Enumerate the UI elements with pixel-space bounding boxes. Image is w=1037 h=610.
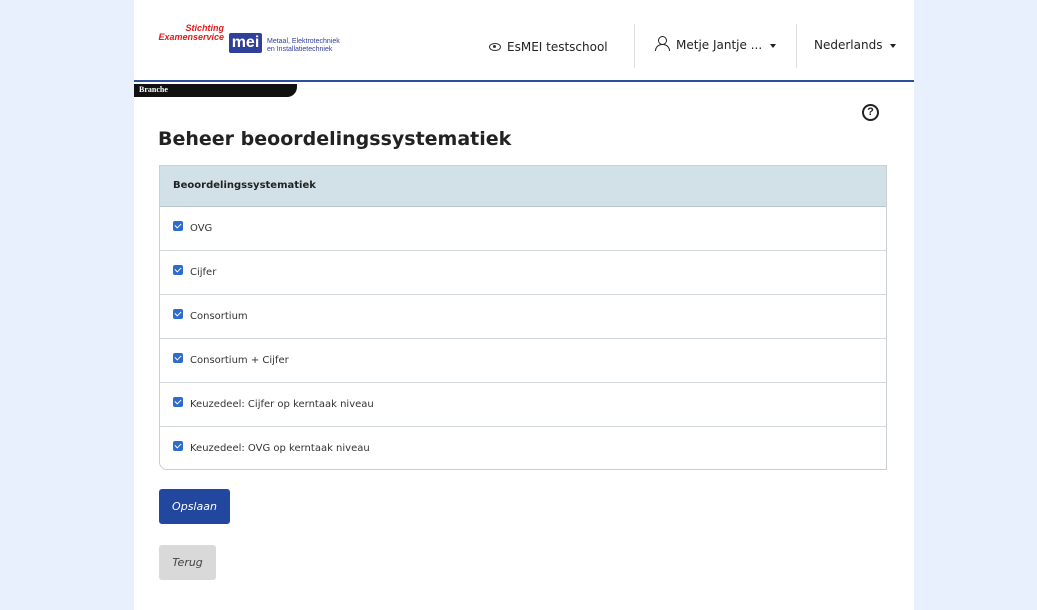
language-menu[interactable]: Nederlands <box>814 38 897 52</box>
header: Stichting Examenservice mei Metaal, Elek… <box>134 0 914 82</box>
chevron-down-icon <box>770 43 777 48</box>
breadcrumb: Branche <box>134 84 297 97</box>
school-link[interactable]: EsMEI testschool <box>489 40 608 54</box>
table-row: Keuzedeel: OVG op kerntaak niveau <box>160 427 886 469</box>
school-name: EsMEI testschool <box>507 40 608 54</box>
row-label: Keuzedeel: Cijfer op kerntaak niveau <box>190 399 374 410</box>
checkbox[interactable] <box>173 353 183 363</box>
eye-icon <box>489 42 501 51</box>
page-title: Beheer beoordelingssystematiek <box>158 128 512 150</box>
row-label: Keuzedeel: OVG op kerntaak niveau <box>190 443 370 454</box>
table-row: Keuzedeel: Cijfer op kerntaak niveau <box>160 383 886 427</box>
logo-mark: mei <box>229 33 262 53</box>
row-label: OVG <box>190 223 213 234</box>
row-label: Cijfer <box>190 267 217 278</box>
page: Stichting Examenservice mei Metaal, Elek… <box>134 0 914 610</box>
user-menu[interactable]: Metje Jantje ... <box>654 36 777 53</box>
language-label: Nederlands <box>814 38 883 52</box>
table-row: Cijfer <box>160 251 886 295</box>
table-row: Consortium <box>160 295 886 339</box>
logo-subtitle: Metaal, Elektrotechniek en Installatiete… <box>267 38 340 53</box>
systematiek-table: Beoordelingssystematiek OVG Cijfer Conso… <box>159 165 887 470</box>
user-icon <box>654 36 670 51</box>
help-icon[interactable]: ? <box>862 104 879 121</box>
table-row: Consortium + Cijfer <box>160 339 886 383</box>
chevron-down-icon <box>890 43 897 48</box>
user-name: Metje Jantje ... <box>676 38 763 52</box>
checkbox[interactable] <box>173 397 183 407</box>
checkbox[interactable] <box>173 221 183 231</box>
checkbox[interactable] <box>173 265 183 275</box>
checkbox[interactable] <box>173 441 183 451</box>
checkbox[interactable] <box>173 309 183 319</box>
table-header: Beoordelingssystematiek <box>160 166 886 207</box>
back-button[interactable]: Terug <box>159 545 216 580</box>
table-row: OVG <box>160 207 886 251</box>
row-label: Consortium <box>190 311 248 322</box>
logo-text: Stichting Examenservice <box>158 23 224 42</box>
row-label: Consortium + Cijfer <box>190 355 289 366</box>
save-button[interactable]: Opslaan <box>159 489 230 524</box>
divider <box>634 24 635 68</box>
divider <box>796 24 797 68</box>
